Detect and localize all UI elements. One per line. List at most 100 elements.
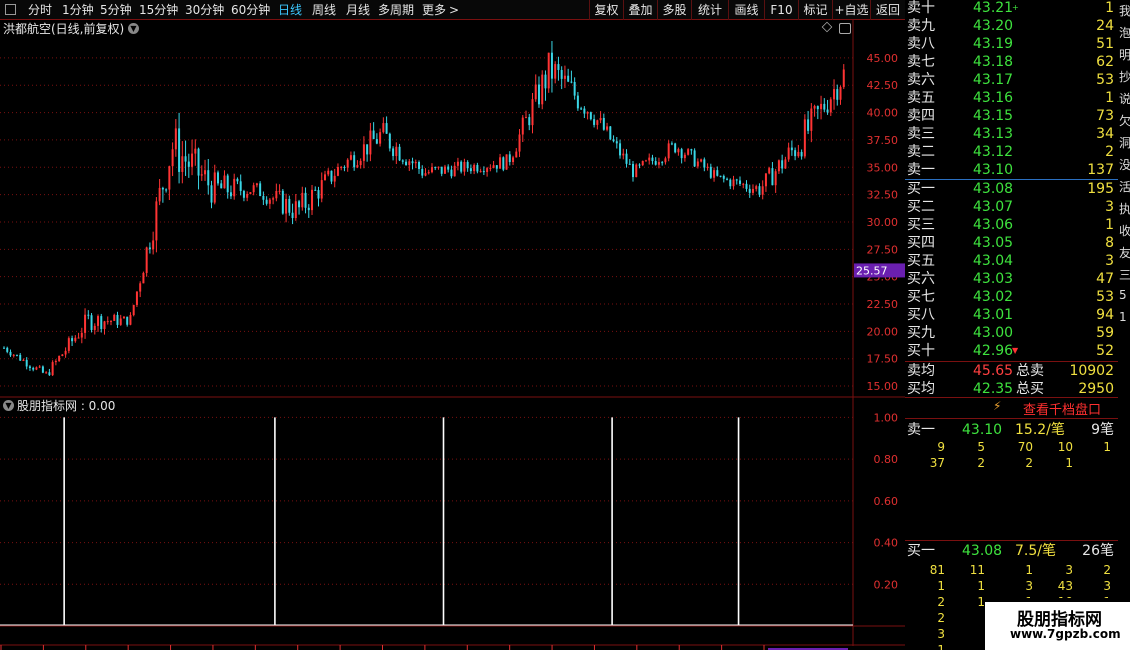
candle-body (51, 362, 54, 376)
bids-volume: 52 (1096, 343, 1114, 359)
tab-daily[interactable]: 日线 (278, 2, 302, 18)
price-tick-label: 20.00 (867, 325, 899, 338)
tab-weekly[interactable]: 周线 (312, 2, 336, 18)
candle-body (314, 189, 317, 191)
asks-volume: 73 (1096, 108, 1114, 124)
candle-body (191, 153, 194, 167)
back-button[interactable]: 返回 (870, 0, 905, 20)
candle-body (424, 173, 427, 176)
candle-body (246, 193, 249, 198)
overlay-button[interactable]: 叠加 (623, 0, 657, 20)
tab-5min[interactable]: 5分钟 (100, 2, 132, 18)
candle-body (784, 159, 787, 169)
add-watchlist-button[interactable]: +自选 (832, 0, 870, 20)
candle-body (469, 168, 472, 172)
candle-body (294, 201, 297, 219)
queue-cell: 1 (937, 579, 945, 593)
tab-15min[interactable]: 15分钟 (139, 2, 178, 18)
candle-body (690, 149, 693, 151)
strip-char: 说 (1119, 92, 1130, 106)
period-toolbar: 分时 1分钟 5分钟 15分钟 30分钟 60分钟 日线 周线 月线 多周期 更… (0, 0, 905, 20)
tab-multi-period[interactable]: 多周期 (378, 2, 414, 18)
candle-body (103, 321, 106, 330)
fuquan-button[interactable]: 复权 (589, 0, 623, 20)
candle-body (430, 167, 433, 173)
candle-body (32, 368, 35, 370)
candle-body (106, 321, 109, 323)
queue-cell: 43 (1057, 579, 1073, 593)
bids-price: 43.06 (973, 217, 1014, 233)
bid-level-row: 买五 43.04 3 (905, 252, 1118, 270)
candle-body (25, 359, 28, 367)
tab-1min[interactable]: 1分钟 (62, 2, 94, 18)
candle-body (674, 143, 677, 153)
candle-body (615, 141, 618, 144)
asks-label: 卖三 (907, 126, 935, 142)
candle-body (447, 166, 450, 170)
candle-body (502, 157, 505, 170)
candle-body (369, 130, 372, 155)
candle-body (816, 106, 819, 110)
candle-body (126, 316, 129, 325)
candle-body (489, 167, 492, 169)
candle-body (573, 82, 576, 96)
candle-body (839, 87, 842, 100)
bids-volume: 59 (1096, 325, 1114, 341)
window-icon[interactable] (839, 23, 851, 34)
chevron-right-icon[interactable]: > (449, 2, 459, 18)
candle-body (755, 186, 758, 189)
candle-body (291, 212, 294, 219)
tab-fenshi[interactable]: 分时 (28, 2, 52, 18)
tab-60min[interactable]: 60分钟 (231, 2, 270, 18)
candle-body (259, 183, 262, 197)
candle-body (703, 159, 706, 168)
mark-button[interactable]: 标记 (798, 0, 832, 20)
candle-body (388, 133, 391, 149)
strip-char: 明 (1119, 48, 1130, 62)
candle-body (628, 163, 631, 165)
tab-30min[interactable]: 30分钟 (185, 2, 224, 18)
tab-monthly[interactable]: 月线 (346, 2, 370, 18)
chevron-down-icon[interactable]: ▼ (3, 400, 14, 411)
price-tick-label: 32.50 (867, 189, 899, 202)
stats-button[interactable]: 统计 (691, 0, 728, 20)
tab-more[interactable]: 更多 (422, 2, 446, 18)
candle-body (3, 347, 5, 349)
kline-chart[interactable]: 45.00 42.50 40.00 37.50 35.00 32.50 30.00 27.50… (0, 20, 905, 650)
panel-toggle-icon[interactable] (5, 4, 16, 15)
draw-line-button[interactable]: 画线 (728, 0, 764, 20)
candle-body (84, 314, 87, 333)
candle-body (405, 161, 408, 166)
candle-body (761, 186, 764, 195)
candle-body (807, 119, 810, 131)
candle-body (418, 162, 421, 169)
candle-body (281, 190, 284, 214)
candle-body (638, 164, 641, 166)
candle-body (268, 199, 271, 204)
bids-price: 43.03 (973, 271, 1014, 287)
candle-body (606, 126, 609, 130)
indicator-tick-label: 0.40 (874, 537, 899, 550)
bids-label: 买七 (907, 289, 935, 305)
candle-body (71, 338, 74, 342)
candle-body (272, 198, 275, 200)
f10-button[interactable]: F10 (764, 0, 798, 20)
candle-body (401, 160, 404, 162)
price-tick-label: 40.00 (867, 107, 899, 120)
candle-body (547, 52, 550, 89)
bids-price: 43.01 (973, 307, 1014, 323)
candle-body (181, 156, 184, 172)
queue-cell: 2 (937, 611, 945, 625)
candle-body (492, 165, 495, 168)
candle-body (456, 161, 459, 166)
candle-body (359, 160, 362, 166)
strip-char: 活 (1119, 180, 1130, 194)
chevron-down-icon[interactable]: ▼ (128, 23, 139, 34)
candle-body (366, 144, 369, 155)
axes: 45.00 42.50 40.00 37.50 35.00 32.50 30.00 27.50… (0, 52, 905, 650)
depth-link[interactable]: 查看千档盘口 (1023, 399, 1101, 418)
asks-price: 43.10 (973, 162, 1014, 178)
multi-stock-button[interactable]: 多股 (657, 0, 691, 20)
candle-body (521, 117, 524, 135)
candle-body (421, 168, 424, 176)
